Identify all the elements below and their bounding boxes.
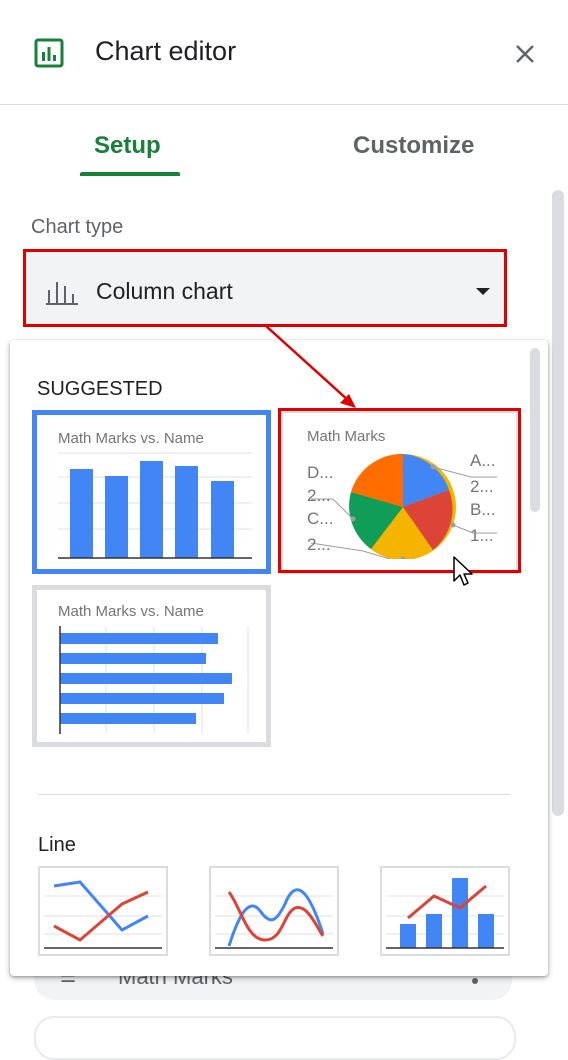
thumb-title: Math Marks [307,428,386,445]
bar-thumb-graphic [59,626,249,734]
panel-scrollbar[interactable] [552,190,564,816]
chart-type-value: Column chart [96,278,233,304]
add-series-row[interactable] [34,1016,516,1060]
tab-setup[interactable]: Setup [94,132,161,160]
dropdown-scrollbar[interactable] [530,348,540,512]
thumb-title: Math Marks vs. Name [58,603,204,620]
section-divider [38,794,510,795]
chart-type-select[interactable]: Column chart [26,252,504,324]
chart-logo-icon [34,38,64,68]
column-chart-icon [46,282,78,305]
mouse-cursor-icon [453,556,473,586]
line-thumb-graphic [44,880,162,949]
pie-label-a-value: 2... [470,477,494,496]
pie-label-d-value: 2... [307,486,331,505]
editor-header: Chart editor [0,0,568,105]
chart-type-label: Chart type [31,216,124,238]
smooth-line-thumb-graphic [215,888,333,949]
suggested-pie-chart[interactable]: Math Marks D... 2... C... 2... A... 2...… [280,410,519,574]
combo-chart-option[interactable] [380,866,510,956]
active-tab-indicator [80,172,180,176]
column-thumb-graphic [58,452,252,559]
thumb-title: Math Marks vs. Name [58,430,204,447]
combo-thumb-graphic [386,878,504,949]
pie-label-c-value: 2... [307,535,331,554]
pie-label-a: A... [470,451,496,470]
pie-label-b: B... [470,500,496,519]
close-icon[interactable] [511,40,539,68]
editor-title: Chart editor [95,36,237,66]
suggested-heading: SUGGESTED [37,378,163,400]
chevron-down-icon [476,288,490,295]
pie-label-c: C... [307,509,334,528]
tab-customize[interactable]: Customize [353,132,474,160]
more-icon[interactable] [472,978,478,984]
suggested-bar-chart[interactable]: Math Marks vs. Name [32,585,271,747]
pie-label-d: D... [307,463,334,482]
line-heading: Line [38,834,76,856]
smooth-line-chart-option[interactable] [209,866,339,956]
suggested-column-chart[interactable]: Math Marks vs. Name [32,410,271,574]
line-chart-option[interactable] [38,866,168,956]
pie-label-b-value: 1... [470,526,494,545]
